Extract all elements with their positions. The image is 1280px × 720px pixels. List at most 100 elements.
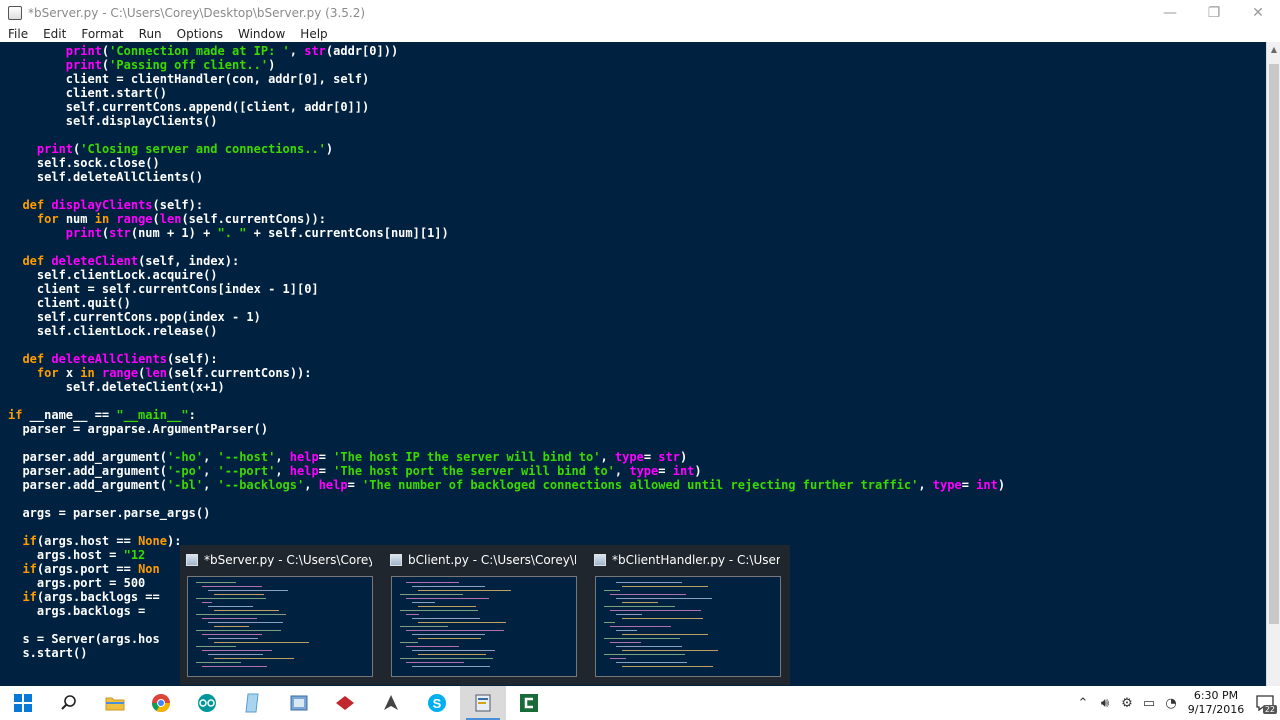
code-line[interactable]: client.start() <box>8 86 1005 100</box>
taskbar-camtasia[interactable] <box>506 686 552 720</box>
code-line[interactable]: for x in range(len(self.currentCons)): <box>8 366 1005 380</box>
chevron-up-icon[interactable]: ⌃ <box>1072 696 1094 711</box>
maximize-button[interactable]: ❐ <box>1192 0 1236 26</box>
thumbnail-code-line <box>616 582 682 583</box>
code-line[interactable]: parser.add_argument('-po', '--port', hel… <box>8 464 1005 478</box>
code-line[interactable] <box>8 394 1005 408</box>
code-line[interactable]: self.sock.close() <box>8 156 1005 170</box>
thumbnail-code-line <box>418 622 506 623</box>
volume-icon[interactable]: 🔊︎ <box>1094 696 1116 711</box>
code-line[interactable]: client.quit() <box>8 296 1005 310</box>
idle-app-icon <box>8 6 22 20</box>
thumbnail-code-line <box>196 582 236 583</box>
code-line[interactable]: self.clientLock.acquire() <box>8 268 1005 282</box>
code-line[interactable]: print('Passing off client..') <box>8 58 1005 72</box>
menu-options[interactable]: Options <box>169 27 230 41</box>
thumbnail-code-line <box>196 646 236 647</box>
menu-file[interactable]: File <box>0 27 35 41</box>
code-line[interactable]: if __name__ == "__main__": <box>8 408 1005 422</box>
taskbar-red-app[interactable] <box>322 686 368 720</box>
code-line[interactable]: self.currentCons.append([client, addr[0]… <box>8 100 1005 114</box>
code-line[interactable]: print('Connection made at IP: ', str(add… <box>8 44 1005 58</box>
thumbnail-code-line <box>214 658 294 659</box>
code-line[interactable]: def deleteAllClients(self): <box>8 352 1005 366</box>
code-line[interactable]: self.deleteAllClients() <box>8 170 1005 184</box>
preview-bclient[interactable]: bClient.py - C:\Users\Corey\Do... <box>384 545 580 685</box>
code-token: (num + 1) + <box>130 226 218 240</box>
taskbar-app[interactable] <box>276 686 322 720</box>
code-token: parser.add_argument( <box>8 464 167 478</box>
scroll-up-icon[interactable]: ▲ <box>1267 42 1280 56</box>
code-token: self.clientLock.release() <box>8 324 218 338</box>
code-line[interactable] <box>8 520 1005 534</box>
menu-window[interactable]: Window <box>230 27 292 41</box>
code-line[interactable]: def displayClients(self): <box>8 198 1005 212</box>
thumbnail-code-line <box>610 610 701 611</box>
thumbnail-code-line <box>202 618 257 619</box>
search-button[interactable] <box>46 686 92 720</box>
taskbar-chrome[interactable] <box>138 686 184 720</box>
code-token: self.currentCons.pop(index - 1) <box>8 310 261 324</box>
code-line[interactable]: self.deleteClient(x+1) <box>8 380 1005 394</box>
code-token: : <box>188 408 196 422</box>
preview-thumbnail[interactable] <box>595 576 781 677</box>
menu-edit[interactable]: Edit <box>35 27 73 41</box>
code-line[interactable]: def deleteClient(self, index): <box>8 254 1005 268</box>
code-line[interactable]: print(str(num + 1) + ". " + self.current… <box>8 226 1005 240</box>
code-line[interactable]: client = clientHandler(con, addr[0], sel… <box>8 72 1005 86</box>
code-line[interactable] <box>8 492 1005 506</box>
menu-run[interactable]: Run <box>131 27 169 41</box>
thumbnail-code-line <box>604 654 685 655</box>
code-token: (args.host == <box>36 534 139 548</box>
close-button[interactable]: ✕ <box>1236 0 1280 26</box>
code-line[interactable] <box>8 240 1005 254</box>
clock[interactable]: 6:30 PM 9/17/2016 <box>1186 689 1246 717</box>
thumbnail-code-line <box>214 610 279 611</box>
code-line[interactable] <box>8 436 1005 450</box>
code-line[interactable]: print('Closing server and connections..'… <box>8 142 1005 156</box>
code-line[interactable]: parser.add_argument('-ho', '--host', hel… <box>8 450 1005 464</box>
code-token: , <box>203 464 218 478</box>
code-token: client.start() <box>8 86 167 100</box>
action-center-button[interactable]: 22 <box>1250 686 1280 720</box>
code-line[interactable]: client = self.currentCons[index - 1][0] <box>8 282 1005 296</box>
red-app-icon <box>336 696 354 710</box>
thumbnail-code-line <box>412 602 435 603</box>
taskbar-skype[interactable]: S <box>414 686 460 720</box>
preview-bclienthandler[interactable]: *bClientHandler.py - C:\Users\... <box>588 545 784 685</box>
start-button[interactable] <box>0 686 46 720</box>
python-file-icon <box>390 554 402 566</box>
code-line[interactable]: self.clientLock.release() <box>8 324 1005 338</box>
network-icon[interactable]: ⚙︎ <box>1116 696 1138 711</box>
code-token: parser.add_argument( <box>8 450 167 464</box>
code-line[interactable] <box>8 128 1005 142</box>
taskbar-file-explorer[interactable] <box>92 686 138 720</box>
code-line[interactable]: args = parser.parse_args() <box>8 506 1005 520</box>
taskbar-arduino[interactable] <box>184 686 230 720</box>
code-line[interactable]: self.displayClients() <box>8 114 1005 128</box>
code-line[interactable]: for num in range(len(self.currentCons)): <box>8 212 1005 226</box>
wifi-icon[interactable]: ◔ <box>1160 696 1182 711</box>
code-line[interactable] <box>8 184 1005 198</box>
code-line[interactable]: parser = argparse.ArgumentParser() <box>8 422 1005 436</box>
preview-thumbnail[interactable] <box>187 576 373 677</box>
taskbar-idle[interactable] <box>460 686 506 720</box>
code-line[interactable]: parser.add_argument('-bl', '--backlogs',… <box>8 478 1005 492</box>
taskbar-inkscape[interactable] <box>368 686 414 720</box>
menu-help[interactable]: Help <box>292 27 334 41</box>
thumbnail-code-line <box>196 630 281 631</box>
code-token: args.backlogs = <box>8 604 146 618</box>
scrollbar-thumb[interactable] <box>1269 64 1279 624</box>
code-line[interactable]: self.currentCons.pop(index - 1) <box>8 310 1005 324</box>
code-token: str <box>658 450 680 464</box>
vertical-scrollbar[interactable]: ▲ <box>1266 42 1280 686</box>
preview-bserver[interactable]: *bServer.py - C:\Users\Corey\D... <box>180 545 376 685</box>
battery-icon[interactable]: ▭ <box>1138 696 1160 711</box>
thumbnail-code-line <box>604 622 615 623</box>
taskbar-notepad[interactable] <box>230 686 276 720</box>
preview-thumbnail[interactable] <box>391 576 577 677</box>
code-line[interactable] <box>8 338 1005 352</box>
menu-format[interactable]: Format <box>73 27 130 41</box>
minimize-button[interactable]: — <box>1148 0 1192 26</box>
